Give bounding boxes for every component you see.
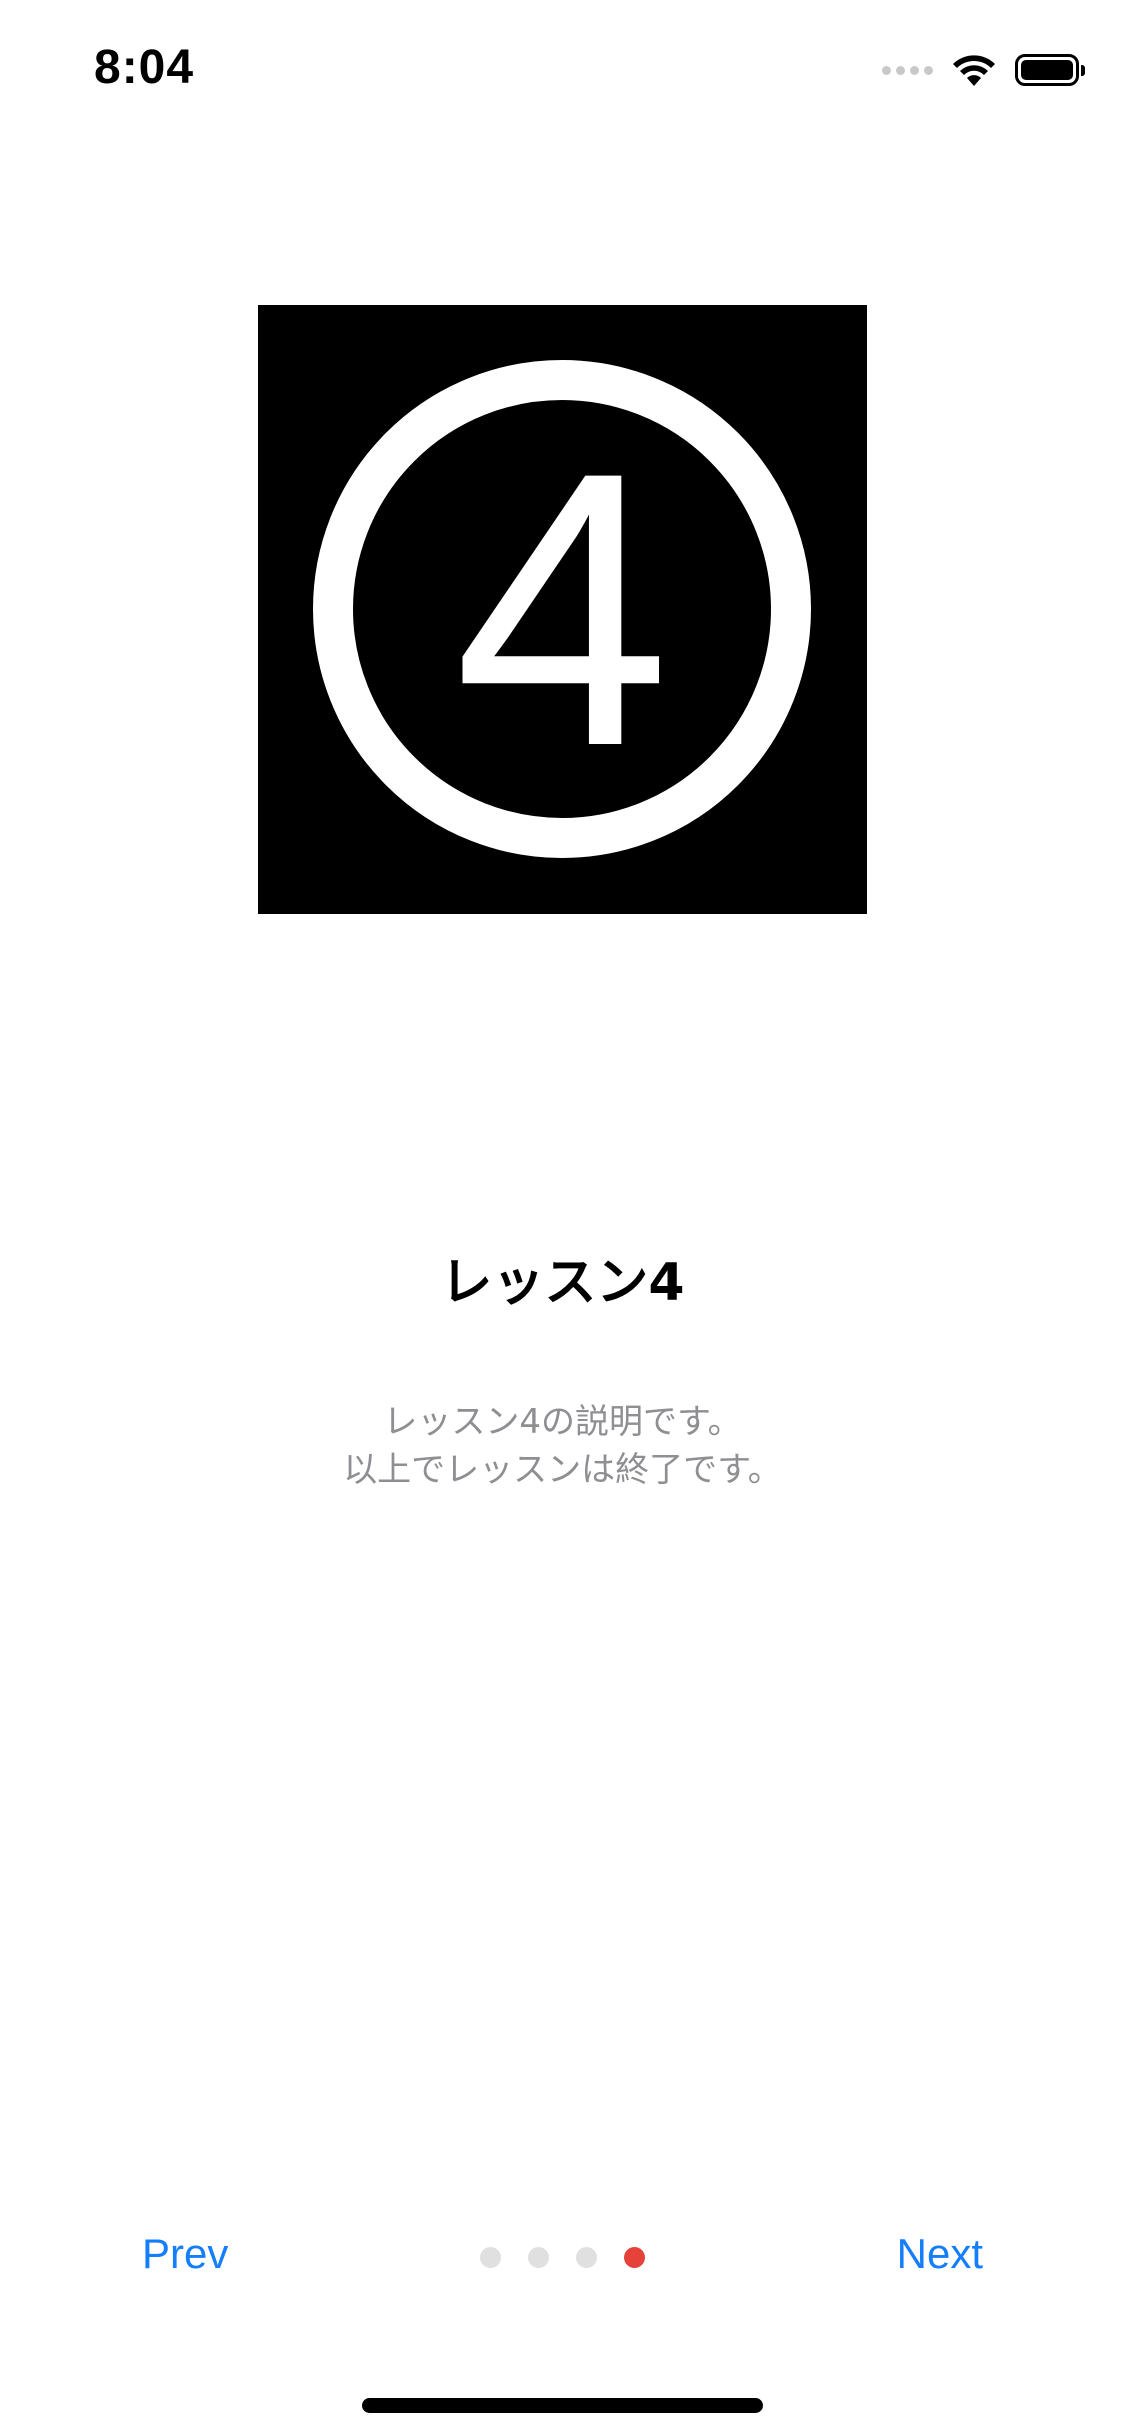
battery-icon xyxy=(1015,54,1085,86)
signal-dots-icon xyxy=(882,65,933,75)
next-button[interactable]: Next xyxy=(897,2230,983,2278)
circled-number-icon: 4 xyxy=(313,360,811,858)
wifi-icon xyxy=(953,55,995,86)
status-time: 8:04 xyxy=(94,41,195,94)
home-indicator[interactable] xyxy=(362,2398,763,2413)
lesson-description-line: 以上でレッスンは終了です。 xyxy=(343,1450,782,1490)
lesson-description: レッスン4の説明です。 以上でレッスンは終了です。 xyxy=(0,1398,1125,1494)
lesson-image: 4 xyxy=(258,305,867,914)
lesson-title: レッスン4 xyxy=(440,1253,685,1313)
page-dot[interactable] xyxy=(528,2247,549,2268)
page-dot[interactable] xyxy=(576,2247,597,2268)
page-dot[interactable] xyxy=(480,2247,501,2268)
lesson-image-number: 4 xyxy=(454,391,671,827)
lesson-description-line: レッスン4の説明です。 xyxy=(383,1402,742,1442)
page-dot-active[interactable] xyxy=(624,2247,645,2268)
status-icons xyxy=(882,48,1085,92)
